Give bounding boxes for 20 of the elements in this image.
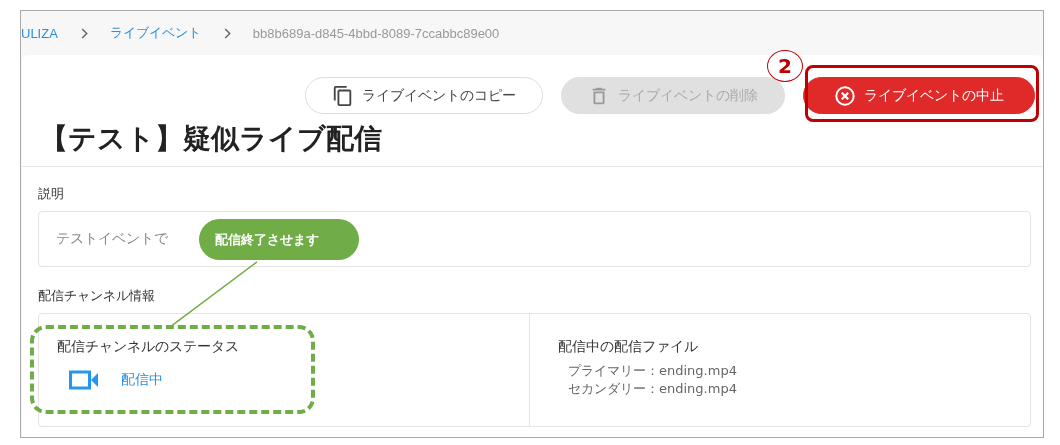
breadcrumb-link[interactable]: ライブイベント: [109, 24, 201, 42]
chevron-icon: [79, 27, 88, 39]
cancel-icon: [834, 84, 856, 107]
status-text: 配信中: [121, 371, 163, 389]
step-number: 2: [767, 50, 803, 82]
stop-button[interactable]: ライブイベントの中止: [803, 77, 1035, 114]
file-line: セカンダリー：ending.mp4: [567, 380, 738, 398]
status-label: 配信チャンネルのステータス: [57, 338, 240, 356]
copy-button[interactable]: ライブイベントのコピー: [305, 77, 543, 114]
breadcrumb-current: bb8b689a-d845-4bbd-8089-7ccabbc89e00: [252, 25, 500, 41]
video-camera-icon: [69, 370, 99, 390]
section-label: 配信チャンネル情報: [38, 287, 156, 305]
copy-icon: [332, 84, 354, 107]
field-label: 説明: [38, 185, 65, 203]
chevron-icon: [222, 27, 231, 39]
callout-bubble: 配信終了させます: [199, 219, 359, 260]
files-label: 配信中の配信ファイル: [558, 338, 699, 356]
file-line: プライマリー：ending.mp4: [567, 362, 738, 380]
page-title: 【テスト】疑似ライブ配信: [22, 120, 1043, 167]
breadcrumb-link[interactable]: ULIZA: [21, 25, 58, 41]
